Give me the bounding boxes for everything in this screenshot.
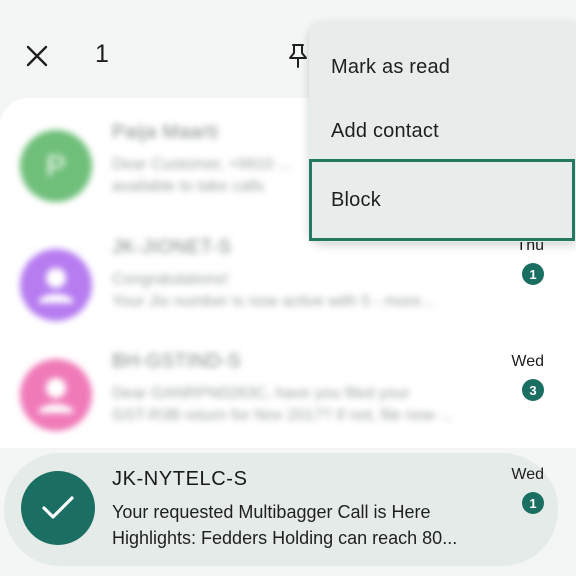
conversation-preview: Your requested Multibagger Call is Here … [112, 499, 492, 551]
unread-count-badge: 3 [522, 379, 544, 401]
svg-text:P: P [46, 150, 66, 183]
conversation-sender: BH-GSTIND-S [112, 351, 241, 372]
preview-line-2: GST-R3B return for Nov 2017? If not, fil… [112, 407, 453, 424]
selected-count: 1 [95, 40, 109, 68]
checkmark-icon [42, 496, 74, 519]
menu-item-block[interactable]: Block [309, 159, 575, 241]
preview-line-2: Highlights: Fedders Holding can reach 80… [112, 528, 458, 548]
unread-count-badge: 1 [522, 492, 544, 514]
preview-line-1: Congratulations! [112, 271, 229, 288]
avatar [20, 359, 92, 431]
letter-avatar-icon: P [20, 130, 92, 202]
preview-line-1: Dear GANRPN0283C, have you filed your [112, 385, 410, 402]
selected-conversation-row[interactable]: JK-NYTELC-S Your requested Multibagger C… [4, 453, 558, 566]
person-avatar-icon [20, 249, 92, 321]
menu-item-add-contact[interactable]: Add contact [309, 99, 576, 163]
overflow-menu: Mark as read Add contact Block [309, 22, 576, 242]
menu-item-mark-as-read[interactable]: Mark as read [309, 35, 576, 99]
conversation-preview: Dear GANRPN0283C, have you filed your GS… [112, 383, 492, 427]
preview-line-1: Your requested Multibagger Call is Here [112, 502, 431, 522]
conversation-sender: JK-JIONET-S [112, 237, 232, 258]
conversation-row[interactable]: BH-GSTIND-S Dear GANRPN0283C, have you f… [0, 339, 576, 451]
unread-count-badge: 1 [522, 263, 544, 285]
conversation-sender: Paija Maarti [112, 122, 219, 143]
conversation-sender: JK-NYTELC-S [112, 468, 248, 490]
close-icon [26, 45, 48, 67]
pin-icon [289, 44, 307, 68]
avatar: P [20, 130, 92, 202]
conversation-row[interactable]: JK-JIONET-S Congratulations! Your Jio nu… [0, 229, 576, 341]
conversation-preview: Congratulations! Your Jio number is now … [112, 269, 492, 313]
person-avatar-icon [20, 359, 92, 431]
selected-avatar [21, 471, 95, 545]
conversation-time: Wed [511, 466, 544, 483]
avatar [20, 249, 92, 321]
conversation-time: Wed [511, 353, 544, 370]
preview-line-2: Your Jio number is now active with 5 - m… [112, 293, 435, 310]
close-selection-button[interactable] [14, 33, 60, 79]
